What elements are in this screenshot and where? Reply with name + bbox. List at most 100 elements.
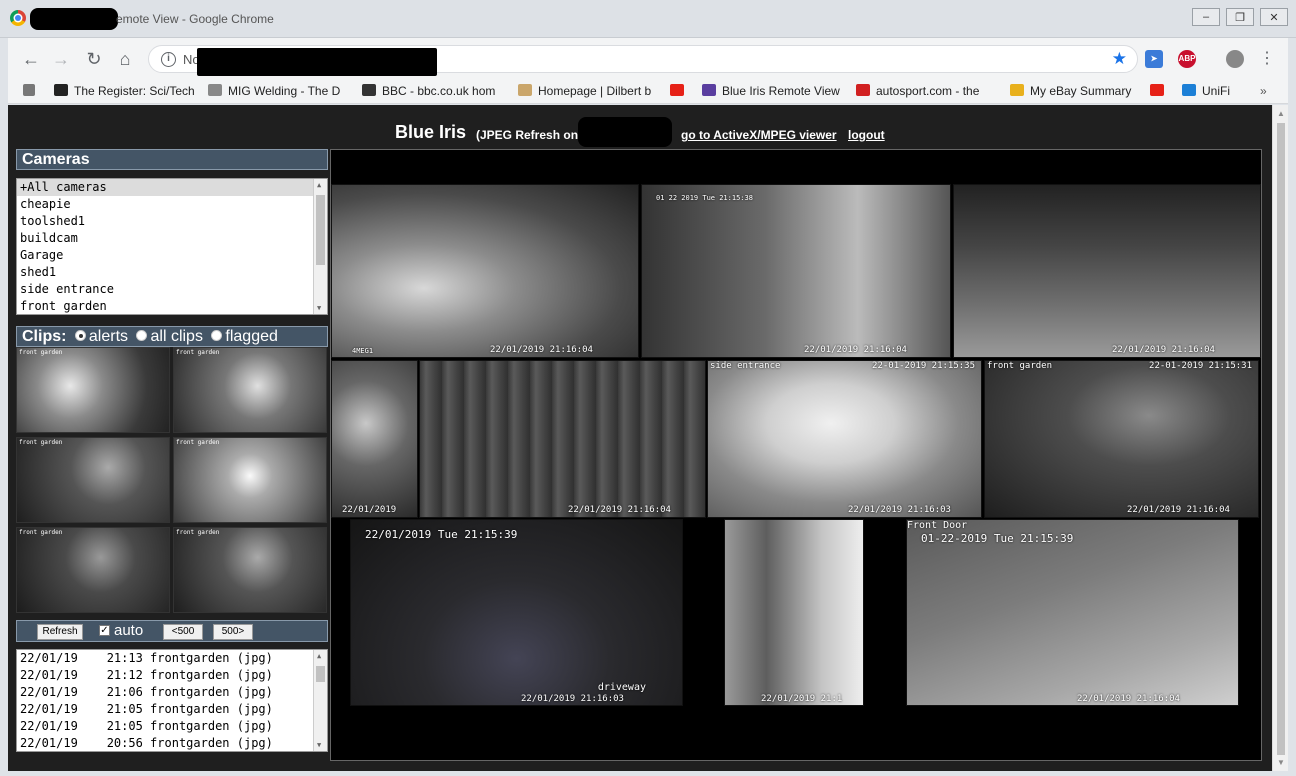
camera-feed-back-garden[interactable]: 22/01/2019 21:1 [724,519,864,706]
camera-list-item[interactable]: +All cameras [17,179,327,196]
window-controls: – ❐ ✕ [1192,8,1288,26]
clip-thumbnail[interactable]: front garden [173,347,327,433]
clip-log-item[interactable]: 22/01/19 21:13 frontgarden (jpg) [17,650,327,667]
star-icon[interactable]: ★ [1112,49,1127,69]
home-icon[interactable]: ⌂ [114,48,136,70]
clip-thumbnail[interactable]: front garden [173,437,327,523]
redaction [197,48,437,76]
forward-icon[interactable]: → [50,48,72,70]
next-500-button[interactable]: 500> [213,624,253,640]
window-title: emote View - Google Chrome [116,12,274,26]
alerts-radio[interactable] [74,330,86,341]
scroll-down-icon[interactable]: ▼ [1277,758,1285,767]
clip-thumbnail[interactable]: front garden [173,527,327,613]
youtube-icon[interactable] [670,84,690,98]
camera-list-item[interactable]: side entrance [17,281,327,298]
restore-button[interactable]: ❐ [1226,8,1254,26]
log-list-scrollbar[interactable]: ▲ ▼ [313,650,327,751]
camera-list-item[interactable]: buildcam [17,230,327,247]
avatar-icon[interactable] [1226,50,1244,68]
page-scrollbar[interactable]: ▲ ▼ [1272,105,1288,771]
bookmark-blue-iris[interactable]: Blue Iris Remote View [702,84,840,98]
camera-feed-side-entrance[interactable]: side entrance 22-01-2019 21:15:35 22/01/… [707,360,982,518]
bookmark-ebay[interactable]: My eBay Summary [1010,84,1131,98]
scroll-thumb[interactable] [316,195,325,265]
camera-feed-loft[interactable]: 4MEG1 22/01/2019 21:16:04 [331,184,639,358]
camera-list-item[interactable]: cheapie [17,196,327,213]
feed-timestamp: 22/01/2019 21:16:04 [1127,505,1230,515]
all-clips-radio[interactable] [136,330,148,341]
back-icon[interactable]: ← [20,48,42,70]
close-button[interactable]: ✕ [1260,8,1288,26]
camera-list-item[interactable]: shed1 [17,264,327,281]
bookmark-register[interactable]: The Register: Sci/Tech [54,84,195,98]
refresh-button[interactable]: Refresh [37,624,83,640]
bookmark-label: Homepage | Dilbert b [538,84,652,98]
camera-feed-garage[interactable]: 22/01/2019 [331,360,418,518]
address-bar[interactable]: i No ★ [148,45,1138,76]
more-bookmarks-icon[interactable]: » [1260,84,1267,98]
flagged-radio[interactable] [211,330,223,341]
minimize-button[interactable]: – [1192,8,1220,26]
clip-log-item[interactable]: 22/01/19 21:12 frontgarden (jpg) [17,667,327,684]
bookmark-bbc[interactable]: BBC - bbc.co.uk hom [362,84,495,98]
menu-icon[interactable]: ⋮ [1256,48,1278,70]
bookmark-unifi[interactable]: UniFi [1182,84,1230,98]
reload-icon[interactable]: ↻ [83,48,105,70]
clip-log-list[interactable]: 22/01/19 21:13 frontgarden (jpg) 22/01/19… [16,649,328,752]
feed-timestamp: 01 22 2019 Tue 21:15:38 [656,194,753,202]
thumb-caption: front garden [176,349,220,356]
scroll-down-icon[interactable]: ▼ [317,304,321,312]
scroll-down-icon[interactable]: ▼ [317,741,321,749]
scroll-up-icon[interactable]: ▲ [317,652,321,660]
camera-list-item[interactable]: toolshed1 [17,213,327,230]
page-scroll-thumb[interactable] [1277,123,1285,755]
auto-checkbox[interactable]: ✓ [99,625,110,636]
bookmark-autosport[interactable]: autosport.com - the [856,84,979,98]
camera-list-item[interactable]: Garage [17,247,327,264]
camera-feed-front-door[interactable]: Front Door 01-22-2019 Tue 21:15:39 22/01… [906,519,1239,706]
feed-label: side entrance [710,361,781,371]
camera-list[interactable]: +All cameras cheapie toolshed1 buildcam Gara… [16,178,328,315]
all-clips-label: all clips [150,328,203,345]
refresh-info: (JPEG Refresh on [476,128,579,142]
redaction [30,8,118,30]
camera-feed-toolshed[interactable]: 01 22 2019 Tue 21:15:38 22/01/2019 21:16… [641,184,951,358]
apps-icon[interactable] [23,84,41,98]
feed-timestamp: 22/01/2019 21:16:04 [1077,694,1180,704]
camera-list-scrollbar[interactable]: ▲ ▼ [313,179,327,314]
brand-title: Blue Iris [395,122,467,142]
camera-feed-shed[interactable]: 22/01/2019 21:16:04 [419,360,706,518]
scroll-up-icon[interactable]: ▲ [1277,109,1285,118]
bookmark-label: Blue Iris Remote View [722,84,840,98]
clip-thumbnail[interactable]: front garden [16,347,170,433]
bookmark-label: autosport.com - the [876,84,980,98]
youtube-icon[interactable] [1150,84,1170,98]
bookmarks-bar: The Register: Sci/Tech MIG Welding - The… [8,80,1288,104]
clip-log-item[interactable]: 22/01/19 20:56 frontgarden (jpg) [17,735,327,751]
prev-500-button[interactable]: <500 [163,624,203,640]
camera-feed-front-garden[interactable]: front garden 22-01-2019 21:15:31 22/01/2… [984,360,1259,518]
clip-log-item[interactable]: 22/01/19 21:06 frontgarden (jpg) [17,684,327,701]
bookmark-label: BBC - bbc.co.uk hom [382,84,496,98]
camera-feed-buildcam[interactable]: 22/01/2019 21:16:04 [953,184,1261,358]
browser-toolbar: ← → ↻ ⌂ i No ★ ➤ ABP ⋮ [8,38,1288,80]
scroll-thumb[interactable] [316,666,325,682]
abp-icon[interactable]: ABP [1178,50,1196,68]
camera-list-item[interactable]: front garden [17,298,327,314]
cursor-ext-icon[interactable]: ➤ [1145,50,1163,68]
info-icon[interactable]: i [161,52,176,67]
clip-log-item[interactable]: 22/01/19 21:05 frontgarden (jpg) [17,701,327,718]
clip-log-item[interactable]: 22/01/19 21:05 frontgarden (jpg) [17,718,327,735]
feed-label: front garden [987,361,1053,371]
clip-thumbnail[interactable]: front garden [16,437,170,523]
logout-link[interactable]: logout [848,128,885,142]
activex-link[interactable]: go to ActiveX/MPEG viewer [681,128,837,142]
feed-timestamp: 22-01-2019 21:15:31 [1149,361,1252,371]
bookmark-dilbert[interactable]: Homepage | Dilbert b [518,84,651,98]
feed-timestamp: 22/01/2019 21:16:03 [848,505,951,515]
bookmark-mig-welding[interactable]: MIG Welding - The D [208,84,340,98]
scroll-up-icon[interactable]: ▲ [317,181,321,189]
camera-feed-driveway[interactable]: 22/01/2019 Tue 21:15:39 driveway 22/01/2… [350,519,683,706]
clip-thumbnail[interactable]: front garden [16,527,170,613]
